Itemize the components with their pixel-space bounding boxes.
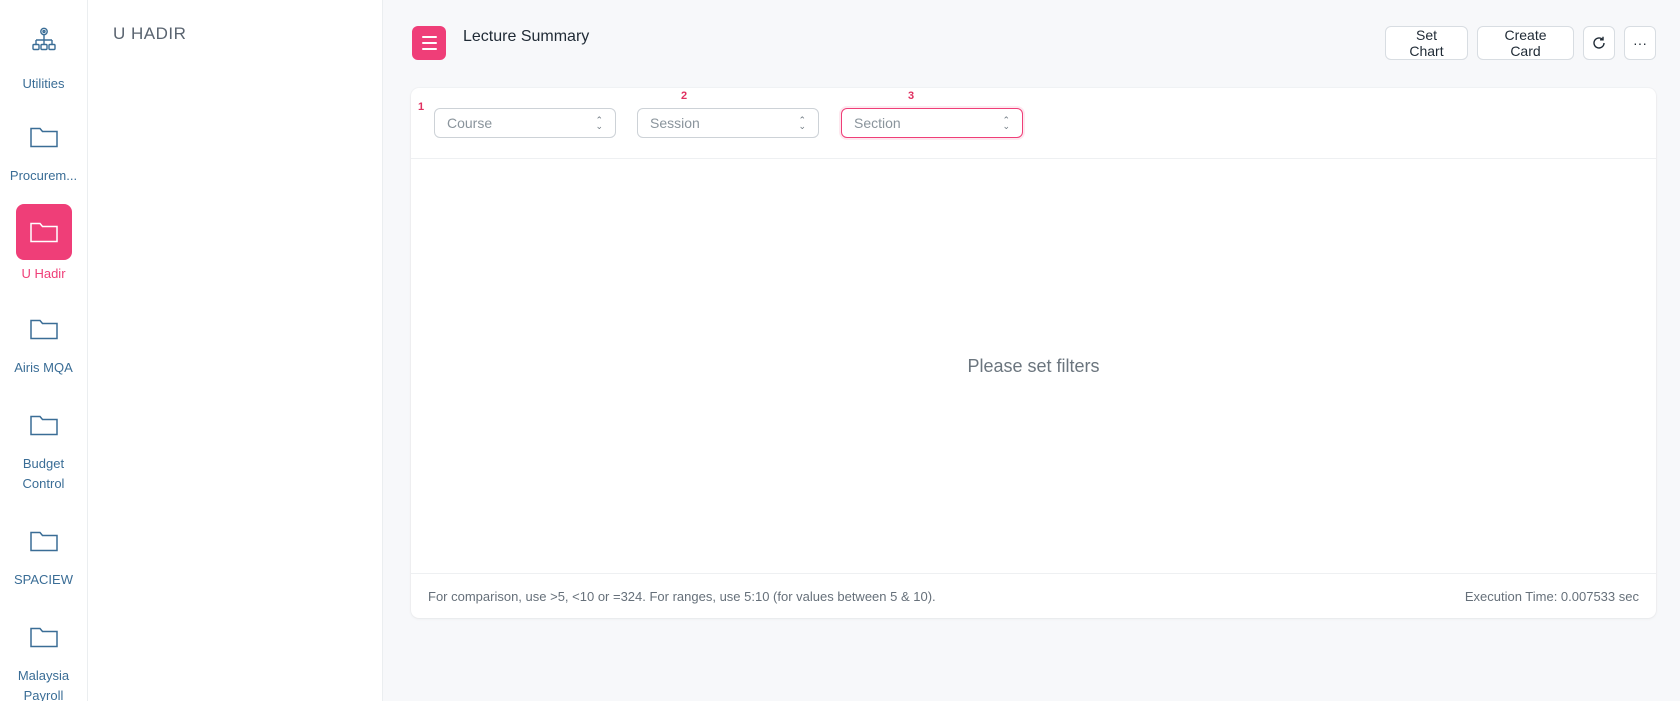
folder-icon: [16, 301, 72, 357]
folder-icon: [16, 513, 72, 569]
card-footer: For comparison, use >5, <10 or =324. For…: [411, 573, 1656, 618]
page-title: Lecture Summary: [463, 28, 590, 45]
module-rail: Utilities Procurem... U Hadir Airis MQA: [0, 0, 88, 701]
menu-toggle-button[interactable]: [412, 26, 446, 60]
course-select[interactable]: Course ⌃ ⌄: [434, 108, 616, 138]
rail-item-label: Budget Control: [22, 456, 65, 491]
main-content: Lecture Summary Set Chart Create Card ··…: [383, 0, 1680, 701]
filter-bar: 1 Course ⌃ ⌄ 2 Session ⌃ ⌄ 3 Section ⌃ ⌄: [411, 88, 1656, 159]
app-window: Utilities Procurem... U Hadir Airis MQA: [0, 0, 1680, 701]
hamburger-icon: [421, 36, 437, 38]
rail-item-airis-mqa[interactable]: Airis MQA: [0, 301, 87, 378]
sort-caret-icon: ⌃ ⌄: [798, 115, 806, 131]
module-title: U HADIR: [113, 24, 187, 43]
folder-icon: [16, 397, 72, 453]
more-options-button[interactable]: ···: [1624, 26, 1656, 60]
rail-item-label: Procurem...: [9, 168, 78, 183]
select-placeholder: Session: [650, 115, 700, 131]
toolbar: Set Chart Create Card ···: [1385, 26, 1656, 60]
create-card-button[interactable]: Create Card: [1477, 26, 1574, 60]
filter-number: 1: [418, 101, 425, 113]
refresh-button[interactable]: [1583, 26, 1615, 60]
rail-item-label: Malaysia Payroll: [17, 668, 70, 701]
rail-item-label: U Hadir: [21, 266, 66, 281]
sort-caret-icon: ⌃ ⌄: [1002, 115, 1010, 131]
rail-item-spaciew[interactable]: SPACIEW: [0, 513, 87, 590]
rail-item-label: Utilities: [22, 76, 65, 91]
refresh-icon: [1593, 36, 1605, 49]
rail-item-procurement[interactable]: Procurem...: [0, 109, 87, 186]
folder-icon: [16, 609, 72, 665]
empty-state-message: Please set filters: [967, 355, 1100, 376]
set-chart-button[interactable]: Set Chart: [1385, 26, 1468, 60]
sort-caret-icon: ⌃ ⌄: [595, 115, 603, 131]
report-card: 1 Course ⌃ ⌄ 2 Session ⌃ ⌄ 3 Section ⌃ ⌄…: [411, 88, 1656, 618]
module-panel: U HADIR: [88, 0, 383, 701]
filter-number: 3: [908, 90, 915, 102]
rail-item-budget-control[interactable]: Budget Control: [0, 397, 87, 494]
folder-icon: [16, 109, 72, 165]
select-placeholder: Course: [447, 115, 493, 131]
rail-item-malaysia-payroll[interactable]: Malaysia Payroll: [0, 609, 87, 701]
select-placeholder: Section: [854, 115, 901, 131]
rail-item-label: Airis MQA: [14, 360, 73, 375]
filter-hint-text: For comparison, use >5, <10 or =324. For…: [428, 588, 936, 604]
rail-item-label: SPACIEW: [14, 572, 73, 587]
execution-time: Execution Time: 0.007533 sec: [1464, 588, 1639, 604]
filter-number: 2: [681, 90, 688, 102]
org-chart-icon: [16, 12, 72, 68]
rail-item-utilities[interactable]: Utilities: [0, 12, 87, 94]
rail-item-u-hadir[interactable]: U Hadir: [0, 204, 87, 284]
folder-icon: [15, 204, 72, 260]
session-select[interactable]: Session ⌃ ⌄: [637, 108, 819, 138]
section-select[interactable]: Section ⌃ ⌄: [841, 108, 1023, 138]
